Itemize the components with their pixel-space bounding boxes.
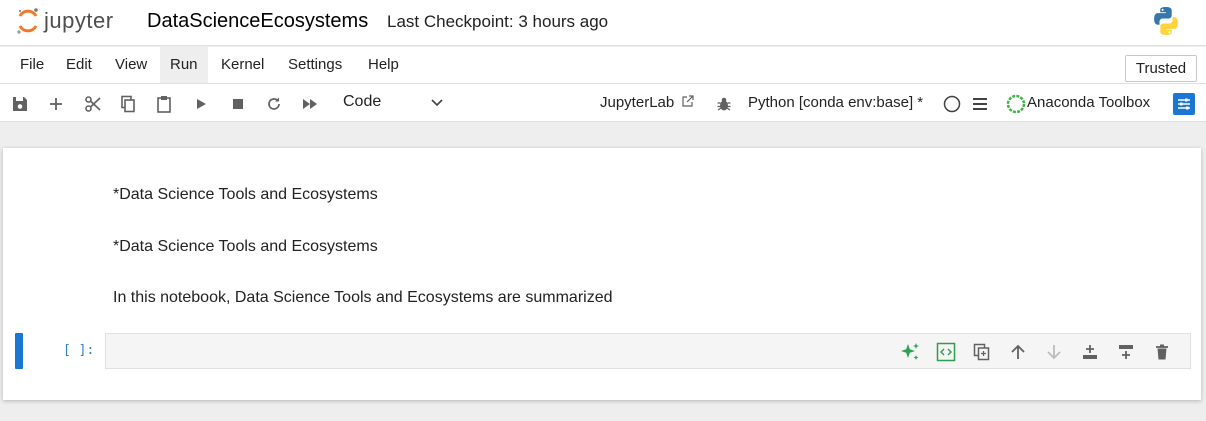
menu-kernel[interactable]: Kernel xyxy=(211,47,274,83)
menu-file[interactable]: File xyxy=(10,47,54,83)
input-prompt: [ ]: xyxy=(63,343,95,358)
scissors-icon xyxy=(85,96,101,112)
save-button[interactable] xyxy=(9,93,31,115)
kernel-name[interactable]: Python [conda env:base] * xyxy=(748,94,923,111)
run-cell-button[interactable] xyxy=(190,93,212,115)
jupyter-logo-text: jupyter xyxy=(44,8,114,33)
refresh-icon xyxy=(268,97,280,110)
settings-sliders-icon xyxy=(1178,98,1190,110)
top-header: jupyter DataScienceEcosystems Last Check… xyxy=(0,0,1206,46)
paste-button[interactable] xyxy=(153,93,175,115)
jupyter-logo[interactable]: jupyter xyxy=(16,6,114,36)
cut-button[interactable] xyxy=(82,93,104,115)
markdown-line-3[interactable]: In this notebook, Data Science Tools and… xyxy=(113,289,613,307)
save-icon xyxy=(13,97,27,111)
interrupt-kernel-button[interactable] xyxy=(227,93,249,115)
restart-run-all-button[interactable] xyxy=(299,93,321,115)
insert-cell-above-button[interactable] xyxy=(1072,340,1108,364)
external-link-icon xyxy=(682,95,694,107)
sparkle-icon xyxy=(901,343,919,360)
insert-above-icon xyxy=(1083,345,1097,359)
markdown-line-2[interactable]: *Data Science Tools and Ecosystems xyxy=(113,238,378,256)
restart-kernel-button[interactable] xyxy=(263,93,285,115)
insert-below-icon xyxy=(1119,345,1133,359)
jupyter-notebook-app: jupyter DataScienceEcosystems Last Check… xyxy=(0,0,1206,421)
property-inspector-button[interactable] xyxy=(1173,93,1195,115)
arrow-up-icon xyxy=(1011,344,1025,359)
stop-icon xyxy=(233,99,243,109)
format-cell-button[interactable] xyxy=(928,340,964,364)
insert-cell-button[interactable] xyxy=(45,93,67,115)
active-cell-indicator xyxy=(15,333,23,369)
move-cell-down-button[interactable] xyxy=(1036,340,1072,364)
markdown-line-1[interactable]: *Data Science Tools and Ecosystems xyxy=(113,186,378,204)
clipboard-icon xyxy=(157,96,171,113)
anaconda-ring-icon xyxy=(1005,93,1027,115)
jupyterlab-label: JupyterLab xyxy=(600,94,675,111)
menu-run[interactable]: Run xyxy=(160,47,208,83)
open-in-jupyterlab-link[interactable]: JupyterLab xyxy=(600,94,694,111)
menu-help[interactable]: Help xyxy=(358,47,409,83)
code-brackets-icon xyxy=(936,342,956,362)
jupyter-logo-icon xyxy=(17,8,38,34)
fast-forward-icon xyxy=(303,99,317,109)
cell-toolbar xyxy=(892,340,1180,364)
notebook-toolbar: Code JupyterLab Python [conda env:base] … xyxy=(0,84,1206,122)
notebook-title[interactable]: DataScienceEcosystems xyxy=(147,10,368,33)
delete-cell-button[interactable] xyxy=(1144,340,1180,364)
menu-settings[interactable]: Settings xyxy=(278,47,352,83)
last-checkpoint: Last Checkpoint: 3 hours ago xyxy=(387,12,609,31)
bug-icon xyxy=(717,97,731,111)
chevron-down-icon[interactable] xyxy=(430,95,444,114)
duplicate-cell-button[interactable] xyxy=(964,340,1000,364)
copy-icon xyxy=(121,95,135,113)
move-cell-up-button[interactable] xyxy=(1000,340,1036,364)
menu-view[interactable]: View xyxy=(105,47,157,83)
menu-bar: File Edit View Run Kernel Settings Help … xyxy=(0,47,1206,84)
insert-cell-below-button[interactable] xyxy=(1108,340,1144,364)
debugger-button[interactable] xyxy=(713,93,735,115)
python-logo-icon xyxy=(1150,5,1182,42)
copy-button[interactable] xyxy=(117,93,139,115)
menu-edit[interactable]: Edit xyxy=(56,47,102,83)
duplicate-icon xyxy=(973,343,990,361)
code-cell-input[interactable] xyxy=(105,333,1191,369)
hamburger-menu-icon[interactable] xyxy=(969,93,991,115)
kernel-status-icon xyxy=(941,93,963,115)
anaconda-toolbox-button[interactable]: Anaconda Toolbox xyxy=(1027,94,1150,111)
ai-assistant-button[interactable] xyxy=(892,340,928,364)
trash-icon xyxy=(1156,344,1168,360)
plus-icon xyxy=(50,98,62,110)
arrow-down-icon xyxy=(1047,345,1061,360)
trusted-button[interactable]: Trusted xyxy=(1125,55,1197,82)
notebook-panel: *Data Science Tools and Ecosystems *Data… xyxy=(3,148,1201,400)
cell-type-select[interactable]: Code xyxy=(343,93,381,111)
play-icon xyxy=(197,99,206,109)
